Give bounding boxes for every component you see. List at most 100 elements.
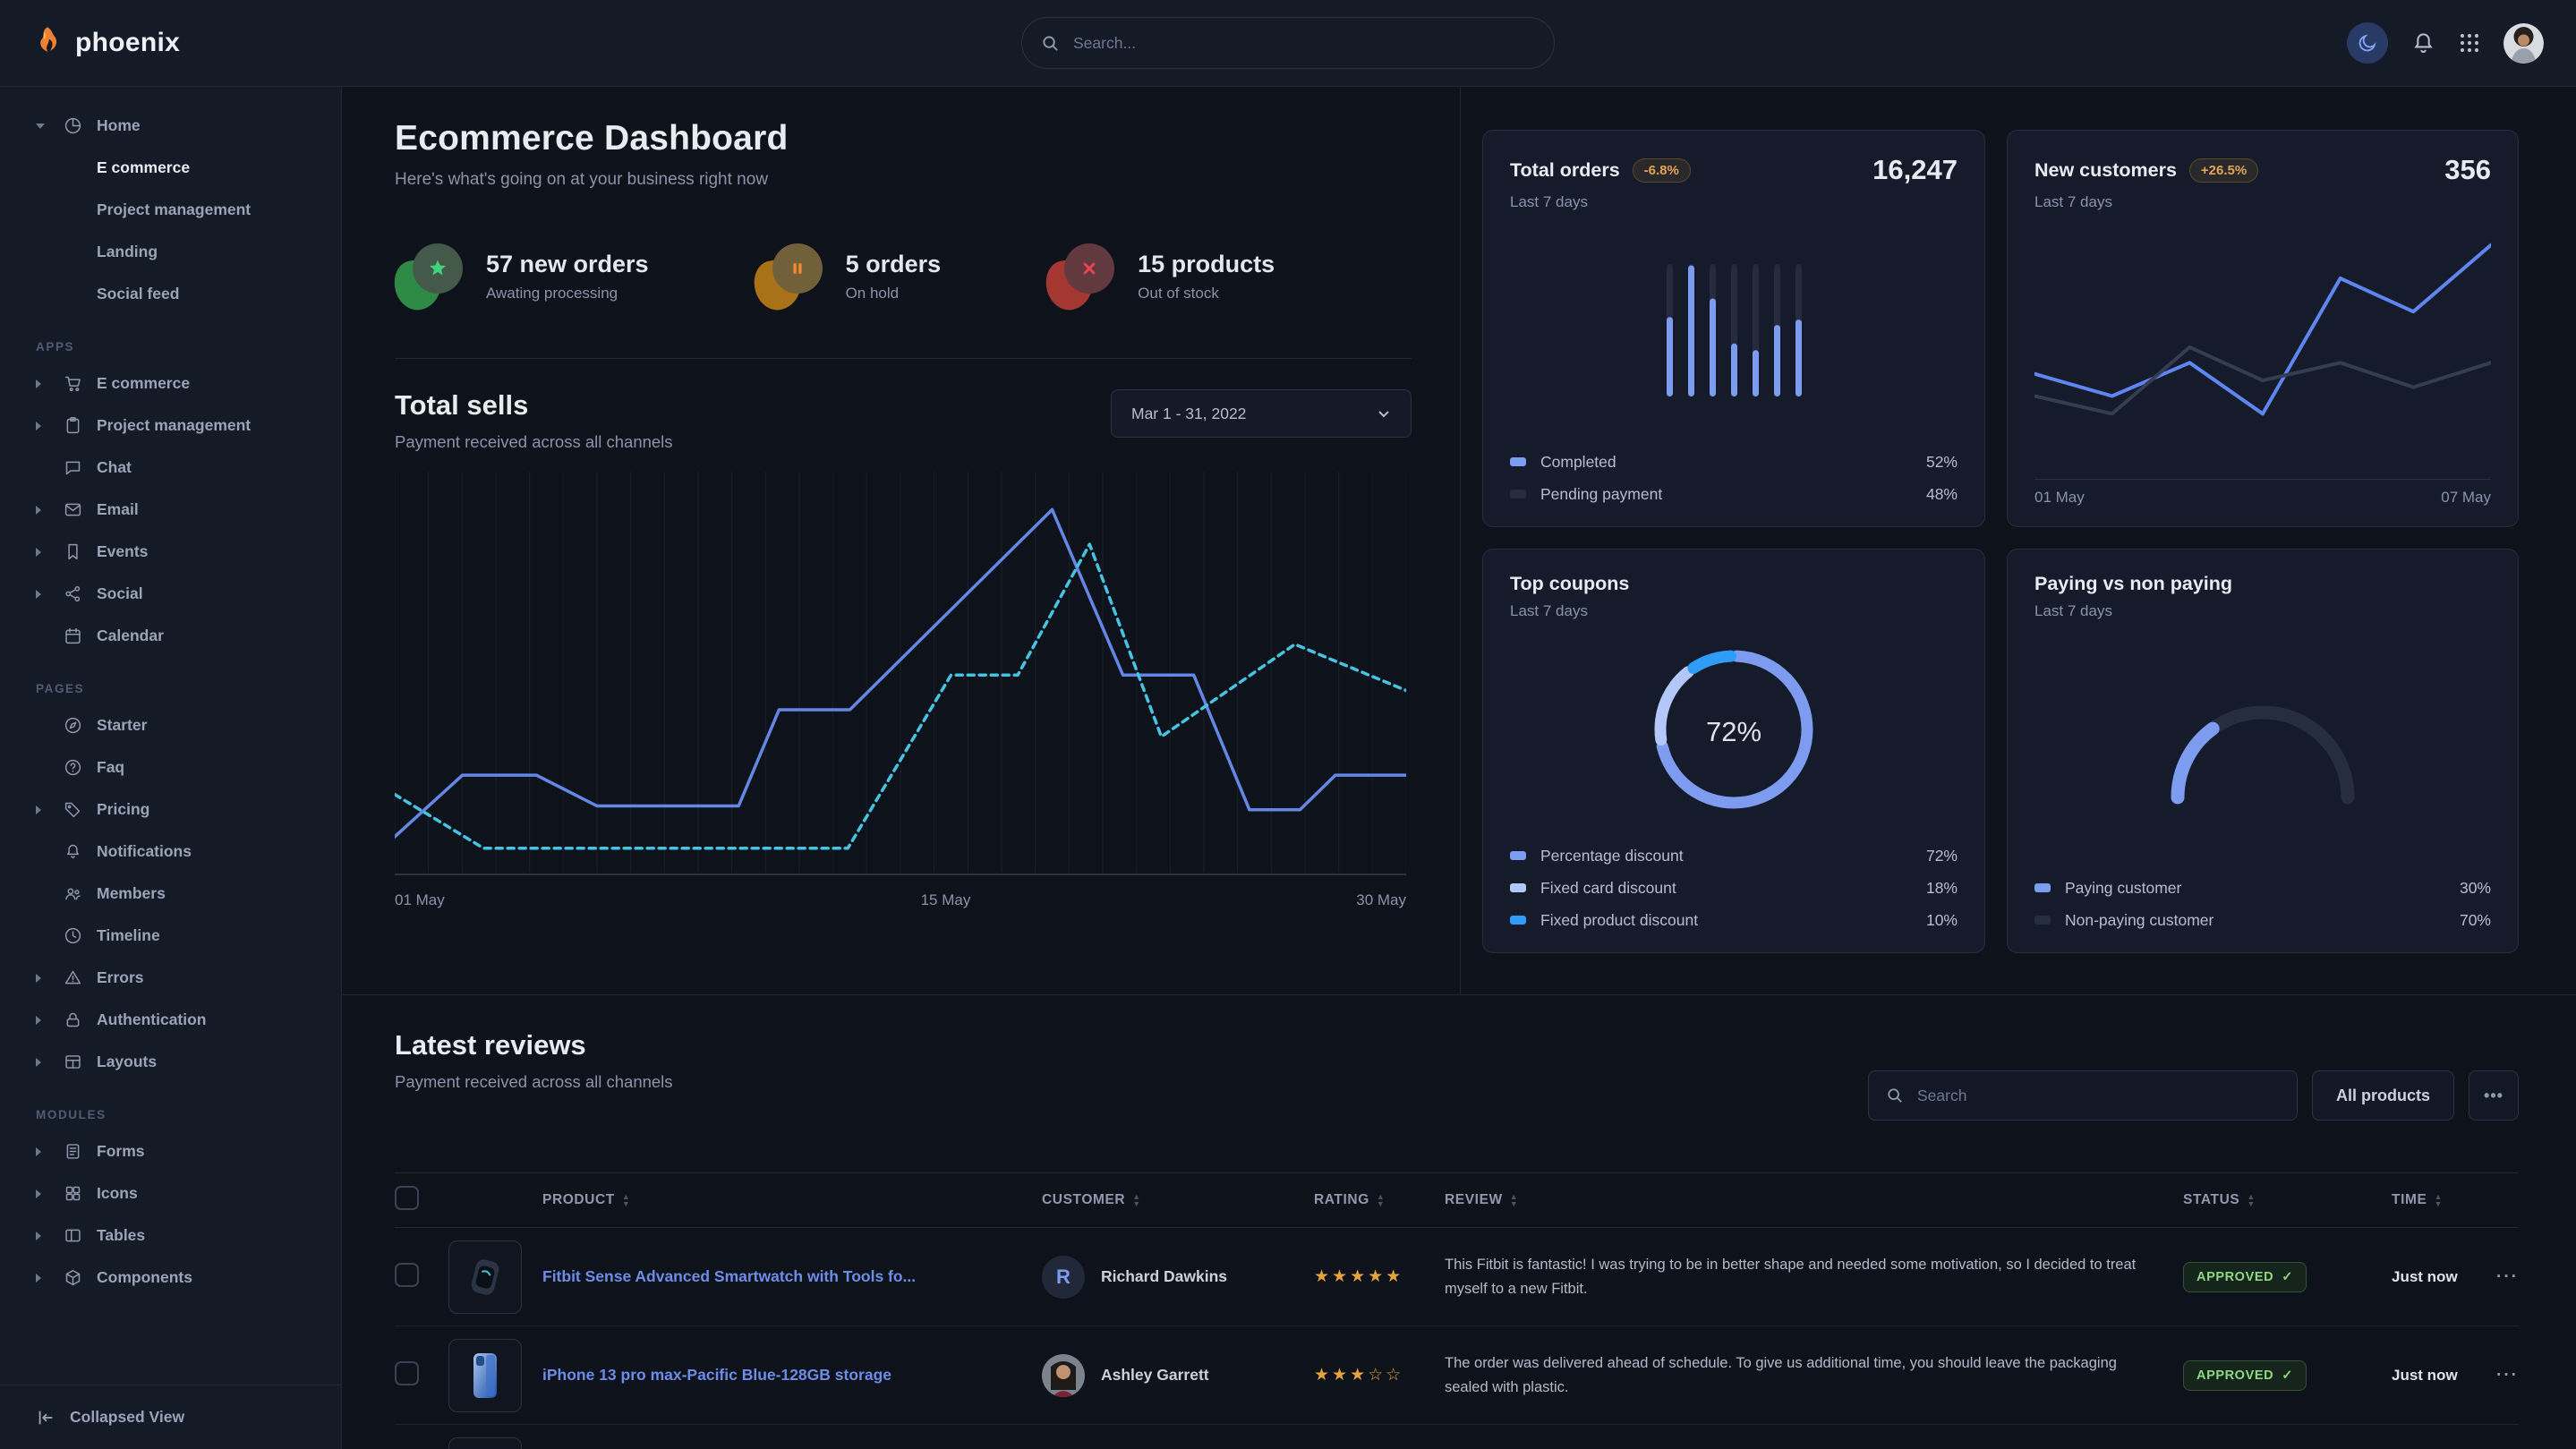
column-header-customer[interactable]: CUSTOMER▲▼ bbox=[1042, 1192, 1314, 1208]
product-thumbnail[interactable] bbox=[448, 1240, 522, 1314]
reviews-search[interactable] bbox=[1868, 1070, 2298, 1121]
sidebar-item-forms[interactable]: Forms bbox=[0, 1130, 341, 1172]
compass-icon bbox=[59, 716, 86, 735]
sidebar-item-faq[interactable]: Faq bbox=[0, 746, 341, 788]
legend-value: 30% bbox=[2460, 879, 2491, 898]
product-link[interactable]: iPhone 13 pro max-Pacific Blue-128GB sto… bbox=[542, 1366, 891, 1384]
check-icon: ✓ bbox=[2282, 1270, 2293, 1284]
legend-value: 48% bbox=[1926, 485, 1958, 504]
column-header-status[interactable]: STATUS▲▼ bbox=[2183, 1192, 2392, 1208]
bell-icon bbox=[59, 842, 86, 861]
column-header-rating[interactable]: RATING▲▼ bbox=[1314, 1192, 1445, 1208]
sidebar-item-errors[interactable]: Errors bbox=[0, 957, 341, 999]
row-menu-button[interactable]: ··· bbox=[2496, 1366, 2519, 1385]
legend-swatch bbox=[2034, 883, 2051, 892]
select-all-checkbox[interactable] bbox=[395, 1186, 419, 1210]
caret-right-icon bbox=[36, 974, 59, 983]
navbar-actions bbox=[2347, 22, 2544, 64]
dashboard-overview-section: Ecommerce Dashboard Here's what's going … bbox=[343, 87, 1461, 994]
sidebar-item-members[interactable]: Members bbox=[0, 873, 341, 915]
sort-icon: ▲▼ bbox=[622, 1193, 631, 1207]
sidebar-item-label: Notifications bbox=[97, 842, 192, 861]
row-checkbox[interactable] bbox=[395, 1361, 419, 1385]
review-time: Just now bbox=[2392, 1268, 2458, 1286]
sidebar-item-events[interactable]: Events bbox=[0, 531, 341, 573]
card-period: Last 7 days bbox=[1510, 602, 1958, 620]
sidebar-subitem-e-commerce[interactable]: E commerce bbox=[0, 147, 341, 189]
status-badge: APPROVED✓ bbox=[2183, 1262, 2307, 1292]
sidebar-item-social[interactable]: Social bbox=[0, 573, 341, 615]
clipboard-icon bbox=[59, 416, 86, 435]
sidebar-item-e-commerce[interactable]: E commerce bbox=[0, 362, 341, 405]
date-range-select[interactable]: Mar 1 - 31, 2022 bbox=[1111, 389, 1412, 438]
sidebar-item-project-management[interactable]: Project management bbox=[0, 405, 341, 447]
global-search[interactable] bbox=[1021, 17, 1555, 69]
caret-right-icon bbox=[36, 590, 59, 599]
sidebar-item-notifications[interactable]: Notifications bbox=[0, 831, 341, 873]
product-thumbnail[interactable] bbox=[448, 1339, 522, 1412]
review-text: The order was delivered ahead of schedul… bbox=[1445, 1351, 2183, 1399]
legend-value: 52% bbox=[1926, 453, 1958, 472]
more-options-button[interactable]: ••• bbox=[2469, 1070, 2519, 1121]
sort-icon: ▲▼ bbox=[1377, 1193, 1386, 1207]
legend-swatch bbox=[1510, 457, 1526, 466]
card-period: Last 7 days bbox=[1510, 193, 1958, 211]
search-icon bbox=[1887, 1087, 1903, 1104]
sidebar: HomeE commerceProject managementLandingS… bbox=[0, 87, 342, 1449]
form-icon bbox=[59, 1142, 86, 1161]
stat-sublabel: Awating processing bbox=[486, 285, 649, 303]
sidebar-item-components[interactable]: Components bbox=[0, 1257, 341, 1299]
layout-icon bbox=[59, 1053, 86, 1071]
sidebar-item-tables[interactable]: Tables bbox=[0, 1215, 341, 1257]
sidebar-item-authentication[interactable]: Authentication bbox=[0, 999, 341, 1041]
legend-item-fixed-card-discount: Fixed card discount18% bbox=[1510, 875, 1958, 900]
sidebar-item-timeline[interactable]: Timeline bbox=[0, 915, 341, 957]
customer-name: Ashley Garrett bbox=[1101, 1366, 1209, 1385]
card-title: Paying vs non paying bbox=[2034, 573, 2232, 595]
column-header-time[interactable]: TIME▲▼ bbox=[2392, 1192, 2519, 1208]
column-header-review[interactable]: REVIEW▲▼ bbox=[1445, 1192, 2183, 1208]
product-link[interactable]: Fitbit Sense Advanced Smartwatch with To… bbox=[542, 1267, 916, 1285]
legend-value: 18% bbox=[1926, 879, 1958, 898]
theme-toggle-button[interactable] bbox=[2347, 22, 2388, 64]
legend-swatch bbox=[1510, 851, 1526, 860]
apps-grid-icon[interactable] bbox=[2459, 32, 2480, 54]
sidebar-item-icons[interactable]: Icons bbox=[0, 1172, 341, 1215]
sidebar-item-layouts[interactable]: Layouts bbox=[0, 1041, 341, 1083]
all-products-button[interactable]: All products bbox=[2312, 1070, 2454, 1121]
sidebar-item-pricing[interactable]: Pricing bbox=[0, 788, 341, 831]
stat-value: 57 new orders bbox=[486, 251, 649, 278]
column-header-product[interactable]: PRODUCT▲▼ bbox=[542, 1192, 1042, 1208]
sidebar-item-email[interactable]: Email bbox=[0, 489, 341, 531]
review-text: This Fitbit is fantastic! I was trying t… bbox=[1445, 1253, 2183, 1300]
row-menu-button[interactable]: ··· bbox=[2496, 1267, 2519, 1287]
logo[interactable]: phoenix bbox=[32, 25, 180, 62]
customer-avatar: R bbox=[1042, 1256, 1085, 1299]
check-icon: ✓ bbox=[2282, 1368, 2293, 1383]
search-input[interactable] bbox=[1071, 33, 1534, 54]
share-icon bbox=[59, 584, 86, 603]
sidebar-item-chat[interactable]: Chat bbox=[0, 447, 341, 489]
sidebar-item-starter[interactable]: Starter bbox=[0, 704, 341, 746]
sidebar-subitem-project-management[interactable]: Project management bbox=[0, 189, 341, 231]
x-status-icon bbox=[1046, 243, 1114, 310]
caret-right-icon bbox=[36, 1274, 59, 1283]
box-icon bbox=[59, 1268, 86, 1287]
sidebar-subitem-landing[interactable]: Landing bbox=[0, 231, 341, 273]
review-time: Just now bbox=[2392, 1367, 2458, 1385]
caret-right-icon bbox=[36, 1232, 59, 1240]
reviews-search-input[interactable] bbox=[1915, 1086, 2279, 1106]
notifications-button[interactable] bbox=[2411, 31, 2435, 55]
sidebar-subitem-social-feed[interactable]: Social feed bbox=[0, 273, 341, 315]
collapse-sidebar-button[interactable]: Collapsed View bbox=[0, 1385, 341, 1449]
stat-value: 5 orders bbox=[846, 251, 942, 278]
sidebar-item-label: Icons bbox=[97, 1184, 138, 1203]
row-checkbox[interactable] bbox=[395, 1263, 419, 1287]
product-thumbnail[interactable] bbox=[448, 1437, 522, 1449]
sidebar-item-calendar[interactable]: Calendar bbox=[0, 615, 341, 657]
sidebar-item-home[interactable]: Home bbox=[0, 105, 341, 147]
sidebar-subitems: E commerceProject managementLandingSocia… bbox=[0, 147, 341, 315]
stat-sublabel: On hold bbox=[846, 285, 942, 303]
profile-avatar[interactable] bbox=[2503, 23, 2544, 64]
stat-sublabel: Out of stock bbox=[1138, 285, 1275, 303]
